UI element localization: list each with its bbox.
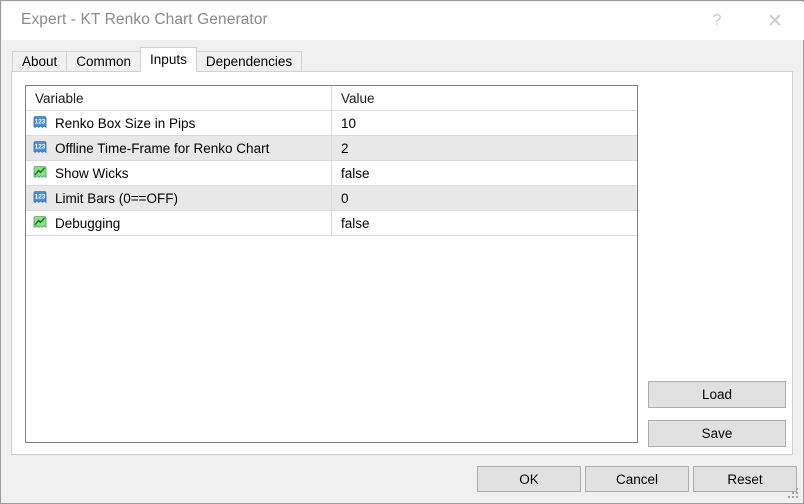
row-variable-cell: 123 Offline Time-Frame for Renko Chart (26, 136, 332, 160)
row-value-cell[interactable]: false (332, 211, 637, 235)
row-value-label: 2 (341, 140, 349, 156)
row-value-label: 10 (341, 115, 357, 131)
tab-common[interactable]: Common (66, 51, 142, 72)
column-header-value-label: Value (341, 90, 375, 106)
boolean-type-icon (32, 215, 48, 231)
row-value-cell[interactable]: 2 (332, 136, 637, 160)
dialog-window: Expert - KT Renko Chart Generator ? ✕ Ab… (0, 0, 804, 504)
parameters-grid[interactable]: Variable Value 123 Renko Box Size in Pip… (25, 85, 638, 443)
row-variable-label: Offline Time-Frame for Renko Chart (55, 140, 270, 156)
tab-strip: About Common Inputs Dependencies (12, 47, 303, 72)
cancel-button[interactable]: Cancel (585, 466, 689, 492)
row-variable-cell: Debugging (26, 211, 332, 235)
parameters-grid-body: Variable Value 123 Renko Box Size in Pip… (26, 86, 637, 442)
row-value-cell[interactable]: false (332, 161, 637, 185)
inputs-panel: Variable Value 123 Renko Box Size in Pip… (11, 71, 793, 455)
resize-grip[interactable] (788, 488, 800, 500)
table-row[interactable]: 123 Limit Bars (0==OFF) 0 (26, 186, 637, 211)
row-value-label: false (341, 215, 370, 231)
save-button[interactable]: Save (648, 420, 786, 447)
row-variable-cell: 123 Renko Box Size in Pips (26, 111, 332, 135)
close-icon[interactable]: ✕ (752, 2, 798, 40)
help-icon[interactable]: ? (694, 2, 740, 40)
svg-text:123: 123 (35, 194, 46, 201)
row-value-label: 0 (341, 190, 349, 206)
row-value-cell[interactable]: 0 (332, 186, 637, 210)
boolean-type-icon (32, 165, 48, 181)
row-variable-label: Limit Bars (0==OFF) (55, 190, 179, 206)
svg-text:123: 123 (35, 144, 46, 151)
tab-about[interactable]: About (12, 51, 68, 72)
tab-dependencies[interactable]: Dependencies (195, 51, 303, 72)
load-button[interactable]: Load (648, 381, 786, 408)
reset-button[interactable]: Reset (693, 466, 797, 492)
table-row[interactable]: 123 Renko Box Size in Pips 10 (26, 111, 637, 136)
row-variable-label: Show Wicks (55, 165, 129, 181)
column-header-variable-label: Variable (35, 90, 84, 106)
table-row[interactable]: Debugging false (26, 211, 637, 236)
grid-header-row: Variable Value (26, 86, 637, 111)
column-header-value: Value (332, 86, 637, 110)
row-value-label: false (341, 165, 370, 181)
table-row[interactable]: Show Wicks false (26, 161, 637, 186)
integer-type-icon: 123 (32, 115, 48, 131)
column-header-variable: Variable (26, 86, 332, 110)
tab-inputs[interactable]: Inputs (140, 47, 197, 72)
svg-text:123: 123 (35, 119, 46, 126)
row-value-cell[interactable]: 10 (332, 111, 637, 135)
integer-type-icon: 123 (32, 190, 48, 206)
integer-type-icon: 123 (32, 140, 48, 156)
ok-button[interactable]: OK (477, 466, 581, 492)
title-bar: Expert - KT Renko Chart Generator ? ✕ (2, 2, 804, 40)
row-variable-cell: 123 Limit Bars (0==OFF) (26, 186, 332, 210)
table-row[interactable]: 123 Offline Time-Frame for Renko Chart 2 (26, 136, 637, 161)
row-variable-label: Renko Box Size in Pips (55, 115, 196, 131)
row-variable-label: Debugging (55, 215, 121, 231)
row-variable-cell: Show Wicks (26, 161, 332, 185)
window-title: Expert - KT Renko Chart Generator (21, 11, 268, 28)
